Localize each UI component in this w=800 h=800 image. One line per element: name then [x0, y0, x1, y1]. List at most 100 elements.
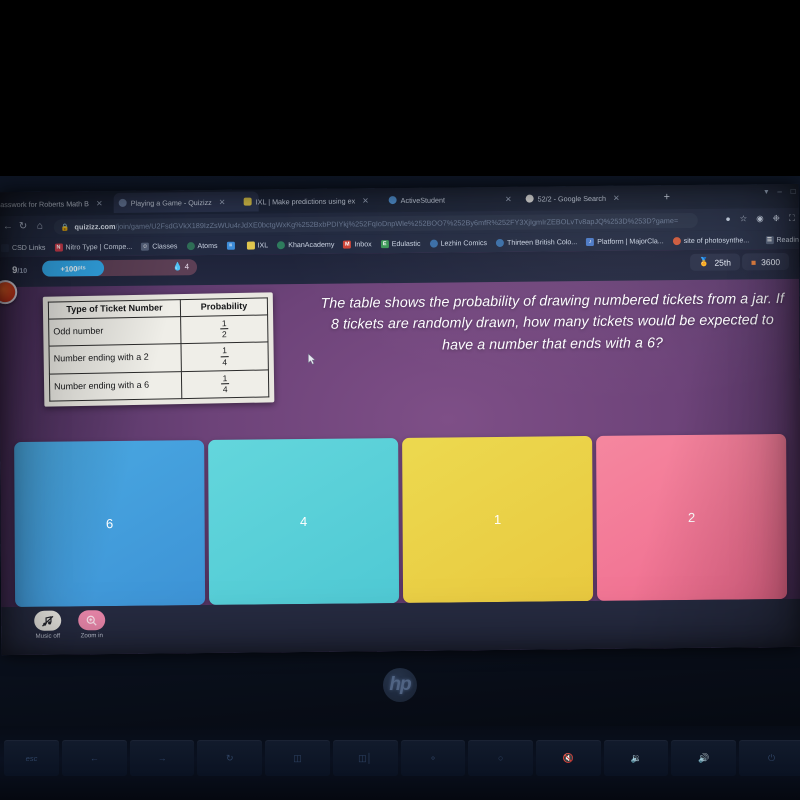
- key-power-icon[interactable]: ⏻: [739, 740, 800, 776]
- zoom-in-label: Zoom in: [80, 632, 104, 640]
- back-icon[interactable]: ←: [3, 221, 13, 232]
- key-mute-icon[interactable]: 🔇: [536, 740, 601, 776]
- bookmark-item[interactable]: M Inbox: [343, 239, 372, 249]
- bookmark-favicon-icon: ☺: [141, 242, 150, 251]
- medal-icon: 🏅: [698, 256, 710, 267]
- points-unit: pts: [77, 265, 86, 272]
- answer-option-1[interactable]: 6: [14, 440, 206, 608]
- table-header-cell: Probability: [180, 297, 268, 317]
- zoom-in-icon: [78, 610, 106, 631]
- tab-close-icon[interactable]: ✕: [362, 196, 369, 205]
- question-counter-total: /10: [17, 267, 28, 275]
- home-icon[interactable]: ⌂: [37, 221, 43, 232]
- bookmark-favicon-icon: ♪: [586, 237, 595, 246]
- bookmark-item[interactable]: E Edulastic: [380, 239, 421, 248]
- browser-tab[interactable]: ActiveStudent ✕: [384, 189, 519, 210]
- score-progress-bar: +100 pts 💧 4: [42, 259, 198, 277]
- url-path: /join/game/U2FsdGVkX189IzZsWUu4rJdXE0bct…: [115, 216, 679, 231]
- bookmark-favicon-icon: [186, 241, 195, 250]
- hp-logo: hp: [383, 668, 417, 702]
- tab-favicon-icon: [388, 196, 397, 205]
- key-reload-icon[interactable]: ↻: [197, 740, 263, 776]
- coins-value: 3600: [761, 256, 781, 267]
- bookmark-label: Inbox: [354, 239, 372, 248]
- extensions-icon[interactable]: ❉: [773, 213, 780, 224]
- tab-close-icon[interactable]: ✕: [613, 193, 620, 202]
- bookmark-item[interactable]: ☺ Classes: [141, 242, 177, 251]
- fraction-denominator: 2: [221, 329, 227, 340]
- laptop-screen: lasswork for Roberts Math B ✕ Playing a …: [0, 183, 800, 656]
- bookmark-item[interactable]: Lezhin Comics: [429, 239, 487, 248]
- table-row: Number ending with a 2 14: [49, 341, 269, 374]
- bookmark-label: CSD Links: [11, 243, 46, 252]
- star-icon[interactable]: ☆: [740, 213, 748, 224]
- profile-icon[interactable]: ◉: [756, 213, 763, 224]
- answer-label: 2: [687, 509, 696, 525]
- flame-icon: 💧: [172, 262, 183, 272]
- tab-close-icon[interactable]: ✕: [505, 194, 512, 203]
- answer-option-4[interactable]: 2: [596, 433, 788, 601]
- bookmark-item[interactable]: Thirteen British Colo...: [496, 238, 577, 247]
- bookmark-favicon-icon: [672, 236, 681, 245]
- fraction-numerator: 1: [219, 318, 229, 330]
- bookmark-favicon-icon: [429, 239, 438, 248]
- lock-icon: 🔒: [60, 223, 70, 232]
- key-volume-up-icon[interactable]: 🔊: [671, 740, 737, 776]
- bookmark-item[interactable]: N Nitro Type | Compe...: [54, 242, 133, 252]
- table-row: Odd number 12: [48, 314, 268, 347]
- key-brightness-down-icon[interactable]: ⚬: [400, 740, 466, 776]
- table-row: Number ending with a 6 14: [49, 369, 269, 402]
- bookmark-favicon-icon: [277, 240, 286, 249]
- laptop-keyboard: esc ← → ↻ ◫ ◫│ ⚬ ○ 🔇 🔉 🔊 ⏻: [0, 726, 800, 800]
- answer-label: 4: [299, 513, 308, 530]
- tab-title: Playing a Game - Quizizz: [130, 197, 212, 208]
- tab-close-icon[interactable]: ✕: [219, 197, 226, 206]
- table-cell-label: Number ending with a 2: [49, 343, 182, 374]
- chevron-down-icon[interactable]: ▾: [764, 187, 768, 196]
- answer-option-3[interactable]: 1: [402, 435, 594, 603]
- bookmark-item[interactable]: Atoms: [186, 241, 218, 250]
- bookmark-item[interactable]: KhanAcademy: [277, 240, 334, 249]
- bookmark-favicon-icon: E: [380, 239, 389, 248]
- answer-option-2[interactable]: 4: [208, 438, 400, 606]
- hud-stats: 🏅 25th ■ 3600: [689, 252, 790, 271]
- key-fullscreen-icon[interactable]: ◫: [265, 740, 330, 776]
- new-tab-button[interactable]: +: [664, 187, 678, 207]
- quizizz-game-page: 9/10 +100 pts 💧 4 🏅 25th ■ 3600 Type of …: [0, 248, 800, 656]
- reading-list-label: Readin: [776, 235, 799, 244]
- key-forward-arrow-icon[interactable]: →: [129, 740, 195, 776]
- bookmark-item[interactable]: IXL: [246, 241, 268, 250]
- table-cell-probability: 14: [180, 341, 269, 372]
- zoom-in-button[interactable]: Zoom in: [78, 610, 106, 640]
- key-brightness-up-icon[interactable]: ○: [468, 740, 534, 776]
- minimize-icon[interactable]: –: [777, 187, 782, 196]
- reading-list-button[interactable]: ☰ Readin: [765, 235, 799, 244]
- function-key-row: esc ← → ↻ ◫ ◫│ ⚬ ○ 🔇 🔉 🔊 ⏻: [0, 740, 800, 776]
- coin-icon: ■: [750, 256, 757, 267]
- bookmark-item[interactable]: CSD Links: [0, 243, 46, 252]
- browser-tab[interactable]: 52/2 - Google Search ✕: [521, 187, 666, 209]
- bookmark-favicon-icon: M: [343, 240, 352, 249]
- points-value: +100: [60, 263, 78, 274]
- key-back-arrow-icon[interactable]: ←: [62, 740, 127, 776]
- key-volume-down-icon[interactable]: 🔉: [603, 740, 669, 776]
- key-overview-icon[interactable]: ◫│: [332, 740, 398, 776]
- reload-icon[interactable]: ↻: [19, 221, 27, 232]
- bookmark-item[interactable]: site of photosynthe...: [672, 236, 749, 245]
- browser-tab[interactable]: IXL | Make predictions using ex ✕: [239, 190, 384, 212]
- bookmark-label: Nitro Type | Compe...: [65, 242, 133, 251]
- answer-options: 6 4 1 2: [14, 433, 788, 608]
- maximize-icon[interactable]: □: [791, 187, 796, 196]
- browser-tab-active[interactable]: Playing a Game - Quizizz ✕: [113, 191, 259, 213]
- key-esc[interactable]: esc: [4, 740, 60, 776]
- browser-tab[interactable]: lasswork for Roberts Math B ✕: [0, 193, 109, 214]
- probability-table-image: Type of Ticket Number Probability Odd nu…: [42, 292, 275, 407]
- cast-icon[interactable]: ⛶: [789, 213, 795, 224]
- music-toggle-button[interactable]: Music off: [34, 610, 62, 640]
- bookmark-item[interactable]: ♪ Platform | MajorCla...: [586, 237, 664, 246]
- location-pin-icon[interactable]: ●: [725, 214, 730, 225]
- bookmark-item[interactable]: ≡: [226, 241, 238, 250]
- tab-favicon-icon: [525, 194, 534, 203]
- mouse-cursor-icon: [308, 353, 316, 365]
- tab-close-icon[interactable]: ✕: [96, 199, 103, 208]
